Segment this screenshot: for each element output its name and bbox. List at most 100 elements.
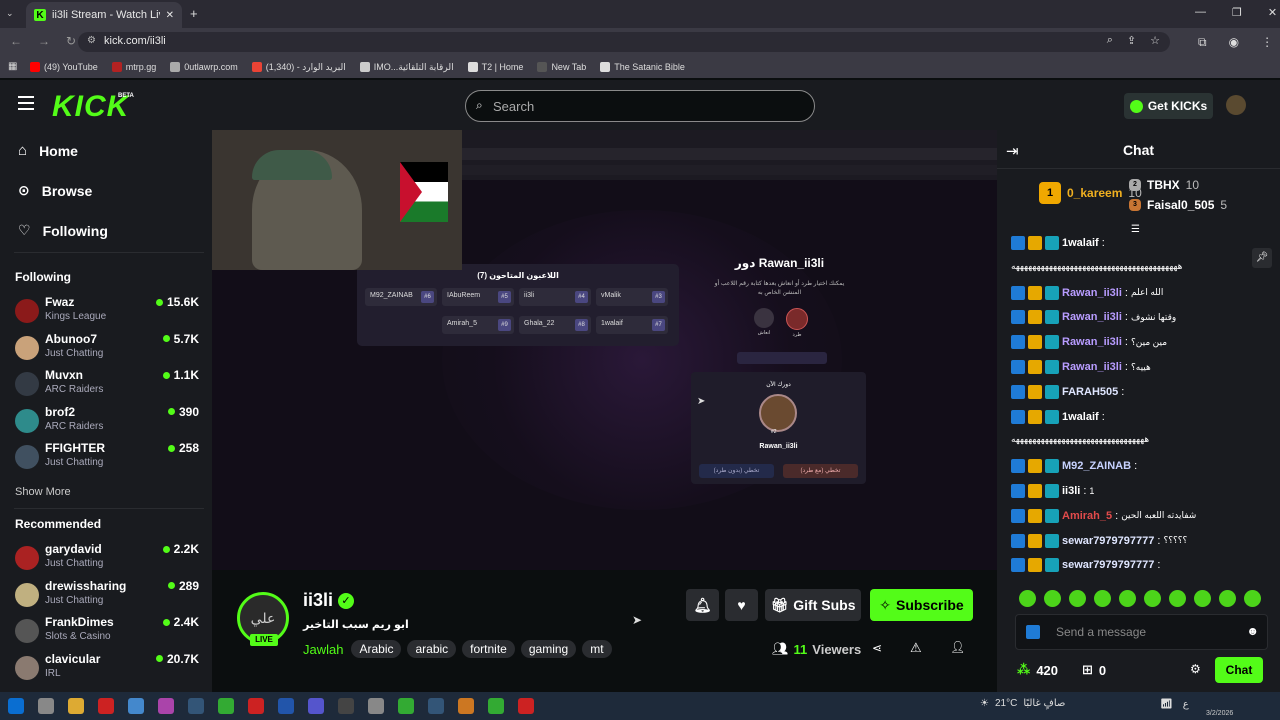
emote-icon[interactable] <box>1244 590 1261 607</box>
close-tab-icon[interactable]: ✕ <box>166 10 174 21</box>
player-slot[interactable]: ii3li #4 <box>519 288 591 306</box>
leaderboard-entry[interactable]: 3 Faisal0_505 5 <box>1129 198 1227 212</box>
stream-tag[interactable]: Arabic <box>351 640 402 658</box>
channel-row[interactable]: Abunoo7 Just Chatting 5.7K <box>15 332 199 368</box>
show-more-link[interactable]: Show More <box>15 486 71 498</box>
channel-row[interactable]: drewissharing Just Chatting 289 <box>15 579 199 615</box>
apps-grid-icon[interactable]: ▦ <box>8 61 17 72</box>
player-slot[interactable]: M92_ZAINAB #6 <box>365 288 437 306</box>
emote-icon[interactable] <box>1069 590 1086 607</box>
taskbar-app-icon[interactable] <box>248 698 264 714</box>
emote-icon[interactable] <box>1219 590 1236 607</box>
user-avatar[interactable] <box>1226 95 1246 115</box>
channel-row[interactable]: Fwaz Kings League 15.6K <box>15 295 199 331</box>
minimize-icon[interactable]: — <box>1195 6 1206 19</box>
extensions-icon[interactable]: ⧉ <box>1198 35 1207 50</box>
skip-with-kick-button[interactable]: تخطي (مع طرد) <box>783 464 858 478</box>
emote-icon[interactable] <box>1094 590 1111 607</box>
back-icon[interactable]: ← <box>10 34 22 48</box>
emote-icon[interactable] <box>1169 590 1186 607</box>
taskbar-app-icon[interactable] <box>338 698 354 714</box>
get-kicks-button[interactable]: Get KICKs <box>1124 93 1213 119</box>
zoom-icon[interactable]: ⌕ <box>1107 34 1113 47</box>
new-tab-icon[interactable]: + <box>190 6 198 21</box>
window-close-icon[interactable]: ✕ <box>1268 6 1277 19</box>
stream-tag[interactable]: fortnite <box>462 640 515 658</box>
channel-row[interactable]: garydavid Just Chatting 2.2K <box>15 542 199 578</box>
notification-bell-button[interactable]: 🔔︎ <box>686 589 719 621</box>
chat-username[interactable]: Rawan_ii3li <box>1062 336 1122 348</box>
leaderboard-entry[interactable]: 2 TBHX 10 <box>1129 178 1199 192</box>
chat-username[interactable]: Rawan_ii3li <box>1062 287 1122 299</box>
leaderboard-entry[interactable]: 1 0_kareem 10 <box>1039 182 1142 204</box>
browser-tab[interactable]: K ii3li Stream - Watch Live on Kick ✕ <box>26 2 182 28</box>
emoji-icon[interactable]: ☻ <box>1246 624 1259 638</box>
stream-tag[interactable]: gaming <box>520 640 577 658</box>
taskbar-app-icon[interactable] <box>98 698 114 714</box>
share-icon[interactable]: ⋖ <box>872 641 882 655</box>
gift-subs-button[interactable]: 🎁︎ Gift Subs <box>765 589 861 621</box>
skip-no-kick-button[interactable]: تخطي (بدون طرد) <box>699 464 774 478</box>
player-selector[interactable] <box>737 352 827 364</box>
emote-icon[interactable] <box>1144 590 1161 607</box>
player-slot[interactable]: vMalik #3 <box>596 288 668 306</box>
player-slot[interactable]: 1walaif #7 <box>596 316 668 334</box>
bookmark-item[interactable]: IMO...الرقابة التلقائية <box>359 62 454 73</box>
taskbar-app-icon[interactable] <box>38 698 54 714</box>
taskbar-app-icon[interactable] <box>8 698 24 714</box>
player-slot[interactable]: IAbuReem #5 <box>442 288 514 306</box>
site-info-icon[interactable]: ⚙ <box>87 35 96 46</box>
profile-icon[interactable]: ◉ <box>1229 35 1239 50</box>
menu-dots-icon[interactable]: ⋮ <box>1261 35 1273 50</box>
taskbar-app-icon[interactable] <box>68 698 84 714</box>
channel-row[interactable]: FFIGHTER Just Chatting 258 <box>15 441 199 477</box>
chat-username[interactable]: FARAH505 <box>1062 386 1118 398</box>
restore-icon[interactable]: ❐ <box>1232 6 1242 19</box>
chat-settings-icon[interactable]: ⚙ <box>1190 662 1201 676</box>
taskbar-app-icon[interactable] <box>128 698 144 714</box>
follow-user-icon[interactable]: 👤︎ <box>950 640 965 654</box>
taskbar-app-icon[interactable] <box>218 698 234 714</box>
hamburger-menu-icon[interactable] <box>18 96 34 110</box>
taskbar-app-icon[interactable] <box>158 698 174 714</box>
channel-row[interactable]: clavicular IRL 20.7K <box>15 652 199 688</box>
sidebar-nav-following[interactable]: ♡ Following <box>18 222 108 239</box>
emote-icon[interactable] <box>1119 590 1136 607</box>
bookmark-item[interactable]: البريد الوارد - (1,340) <box>251 62 346 73</box>
bookmark-item[interactable]: mtrp.gg <box>111 62 156 72</box>
taskbar-app-icon[interactable] <box>518 698 534 714</box>
bookmark-star-icon[interactable]: ☆ <box>1150 34 1160 47</box>
emote-icon[interactable] <box>1019 590 1036 607</box>
forward-icon[interactable]: → <box>38 34 50 48</box>
share-icon[interactable]: ⇪ <box>1127 34 1136 47</box>
chat-username[interactable]: Amirah_5 <box>1062 510 1112 522</box>
chat-username[interactable]: sewar7979797777 <box>1062 559 1154 571</box>
bookmark-item[interactable]: 0utlawrp.com <box>170 62 238 72</box>
chat-username[interactable]: 1walaif <box>1062 411 1099 423</box>
sidebar-nav-browse[interactable]: ⊙ Browse <box>18 182 92 199</box>
channel-row[interactable]: FrankDimes Slots & Casino 2.4K <box>15 615 199 651</box>
channel-name[interactable]: ii3li <box>303 590 333 611</box>
emote-icon[interactable] <box>1044 590 1061 607</box>
send-chat-button[interactable]: Chat <box>1215 657 1263 683</box>
taskbar-app-icon[interactable] <box>398 698 414 714</box>
chat-input[interactable]: Send a message ☻ <box>1015 614 1268 650</box>
bookmark-item[interactable]: The Satanic Bible <box>600 62 685 72</box>
chat-username[interactable]: M92_ZAINAB <box>1062 460 1131 472</box>
taskbar-app-icon[interactable] <box>458 698 474 714</box>
kicks-balance[interactable]: ⁂ 420 ⊞ 0 <box>1017 662 1106 678</box>
taskbar-app-icon[interactable] <box>188 698 204 714</box>
player-slot[interactable]: Amirah_5 #9 <box>442 316 514 334</box>
taskbar-app-icon[interactable] <box>308 698 324 714</box>
expand-leaderboard-icon[interactable]: ☰ <box>1131 224 1140 235</box>
emote-icon[interactable] <box>1194 590 1211 607</box>
bookmark-item[interactable]: T2 | Home <box>467 62 523 72</box>
sidebar-nav-home[interactable]: ⌂ Home <box>18 142 78 159</box>
follow-heart-button[interactable]: ♥ <box>725 589 758 621</box>
chat-username[interactable]: sewar7979797777 <box>1062 535 1154 547</box>
player-slot[interactable]: Ghala_22 #8 <box>519 316 591 334</box>
taskbar-app-icon[interactable] <box>278 698 294 714</box>
channel-row[interactable]: brof2 ARC Raiders 390 <box>15 405 199 441</box>
kick-option-icon[interactable] <box>786 308 808 330</box>
category-link[interactable]: Jawlah <box>303 642 343 657</box>
